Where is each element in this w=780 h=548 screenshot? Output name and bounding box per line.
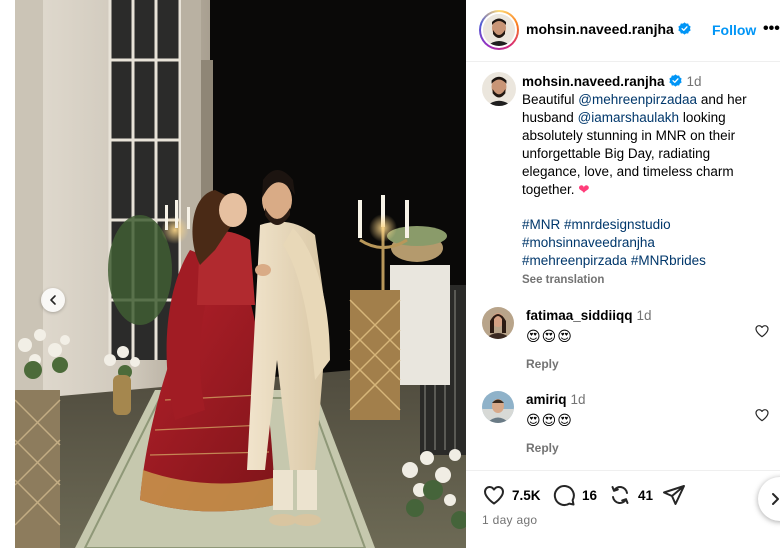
post-caption: mohsin.naveed.ranjha 1d Beautiful @mehre… <box>466 62 780 292</box>
hashtag-link[interactable]: #MNRbrides <box>631 253 706 268</box>
heart-emoji: ❤ <box>578 182 590 197</box>
reply-button[interactable]: Reply <box>526 441 746 455</box>
follow-button[interactable]: Follow <box>712 22 756 38</box>
carousel-next-button[interactable] <box>758 477 780 521</box>
post-photo[interactable] <box>15 0 466 548</box>
reply-button[interactable]: Reply <box>526 357 746 371</box>
caption-body-1: Beautiful <box>522 92 579 107</box>
caption-username[interactable]: mohsin.naveed.ranjha <box>522 74 665 89</box>
comment-item: fatimaa_siddiiqq 1d 😍😍😍 Reply <box>466 307 780 387</box>
repost-button[interactable]: 41 <box>608 483 653 507</box>
share-button[interactable] <box>662 483 692 507</box>
comment-body: fatimaa_siddiiqq 1d 😍😍😍 Reply <box>526 307 746 371</box>
post-timestamp[interactable]: 1 day ago <box>482 513 537 527</box>
hashtag-link[interactable]: #mnrdesignstudio <box>564 217 671 232</box>
repost-count: 41 <box>638 487 654 503</box>
mention-link[interactable]: @mehreenpirzadaa <box>578 92 697 107</box>
heart-outline-icon <box>484 486 504 505</box>
left-gutter <box>0 0 15 548</box>
comment-username[interactable]: amiriq <box>526 392 567 407</box>
post-header: mohsin.naveed.ranjha Follow ••• <box>466 0 780 62</box>
comment-text: 😍😍😍 <box>526 328 573 344</box>
avatar <box>483 14 515 46</box>
see-translation-link[interactable]: See translation <box>522 271 772 289</box>
heart-outline-icon[interactable] <box>754 407 770 423</box>
carousel-prev-button[interactable] <box>41 288 65 312</box>
hashtag-link[interactable]: #MNR <box>522 217 560 232</box>
wedding-photo-image <box>15 0 466 548</box>
caption-avatar[interactable] <box>482 72 516 106</box>
comment-body: amiriq 1d 😍😍😍 Reply <box>526 391 746 455</box>
comment-time[interactable]: 1d <box>571 392 586 407</box>
comment-item: amiriq 1d 😍😍😍 Reply <box>466 391 780 471</box>
post-sidebar: mohsin.naveed.ranjha Follow ••• mohsin.n… <box>466 0 780 548</box>
caption-time[interactable]: 1d <box>687 74 702 89</box>
heart-outline-icon[interactable] <box>754 323 770 339</box>
repost-arrows-icon <box>611 486 629 504</box>
verified-badge-icon <box>678 22 691 35</box>
header-username[interactable]: mohsin.naveed.ranjha <box>526 21 691 37</box>
hashtag-list: #MNR #mnrdesignstudio #mohsinnaveedranjh… <box>522 216 772 270</box>
comment-button[interactable]: 16 <box>552 483 597 507</box>
commenter-avatar[interactable] <box>482 391 514 423</box>
comment-count: 16 <box>582 487 598 503</box>
mention-link[interactable]: @iamarshaulakh <box>578 110 680 125</box>
story-ring[interactable] <box>479 10 519 50</box>
hashtag-link[interactable]: #mehreenpirzada <box>522 253 627 268</box>
chevron-left-icon <box>50 295 56 305</box>
chevron-right-icon <box>772 493 779 505</box>
comment-text: 😍😍😍 <box>526 412 573 428</box>
commenter-avatar[interactable] <box>482 307 514 339</box>
action-bar: 7.5K 16 41 1 day ago <box>466 470 780 548</box>
caption-text: mohsin.naveed.ranjha 1d Beautiful @mehre… <box>522 73 772 289</box>
more-options-button[interactable]: ••• <box>763 20 780 38</box>
comment-username[interactable]: fatimaa_siddiiqq <box>526 308 633 323</box>
like-count[interactable]: 7.5K <box>512 488 541 503</box>
header-username-text: mohsin.naveed.ranjha <box>526 21 674 37</box>
paper-plane-icon <box>663 485 685 505</box>
hashtag-link[interactable]: #mohsinnaveedranjha <box>522 235 655 250</box>
speech-bubble-icon <box>553 485 575 506</box>
comment-time[interactable]: 1d <box>637 308 652 323</box>
verified-badge-icon <box>668 74 682 87</box>
like-button[interactable]: 7.5K <box>482 483 541 507</box>
